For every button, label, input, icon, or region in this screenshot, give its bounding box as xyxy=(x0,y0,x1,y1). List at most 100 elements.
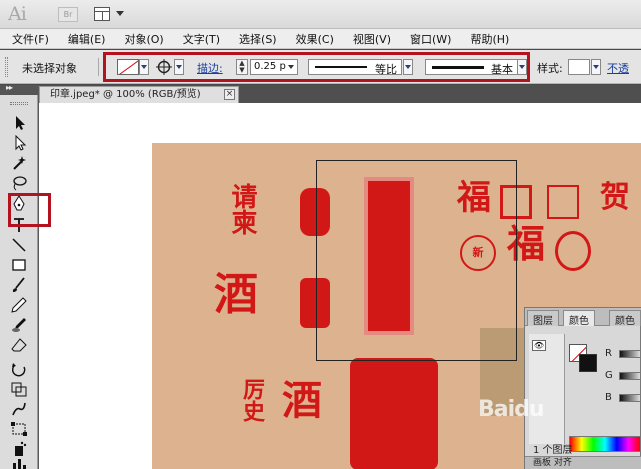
graphic-style-swatch[interactable] xyxy=(568,59,590,75)
illustrator-window: Ai Br 文件(F) 编辑(E) 对象(O) 文字(T) 选择(S) 效果(C… xyxy=(0,0,641,469)
panel-tab-strip: 图层 颜色 颜色 xyxy=(525,308,641,327)
channel-r-slider[interactable] xyxy=(619,350,641,358)
panel-grip[interactable] xyxy=(5,57,8,77)
graphic-style-dropdown[interactable] xyxy=(591,59,601,75)
seal-lishi: 厉史 xyxy=(239,378,265,422)
seal-qingjian: 请柬 xyxy=(227,183,257,235)
warp-tool[interactable] xyxy=(10,401,28,417)
layers-count-label: 1 个图层 xyxy=(533,445,573,456)
document-tab-bar: 印章.jpeg* @ 100% (RGB/预览) × xyxy=(39,85,641,103)
channel-g-label: G xyxy=(605,370,613,381)
channel-b-label: B xyxy=(605,392,612,403)
rotate-icon xyxy=(11,363,26,377)
symbol-sprayer-tool[interactable] xyxy=(10,441,28,457)
scale-tool[interactable] xyxy=(10,381,28,397)
channel-g-slider[interactable] xyxy=(619,372,641,380)
selection-bounding-box[interactable] xyxy=(316,160,517,361)
opacity-label-link[interactable]: 不透 xyxy=(607,60,629,76)
eraser-icon xyxy=(11,338,27,352)
brush-line-icon xyxy=(432,66,484,69)
arrange-documents-button[interactable] xyxy=(94,6,128,23)
brush-definition[interactable]: 基本 xyxy=(425,59,518,76)
selection-tool[interactable] xyxy=(10,115,28,131)
menu-view[interactable]: 视图(V) xyxy=(353,31,391,47)
stroke-weight-input[interactable]: 0.25 p xyxy=(250,59,298,75)
color-spectrum-bar[interactable] xyxy=(569,436,641,452)
tools-panel-header[interactable]: ▸▸ xyxy=(0,83,38,95)
control-bar: 未选择对象 描边: ▲ ▼ 0.25 p 等比 基本 样式: 不透 xyxy=(0,50,641,84)
line-segment-icon xyxy=(12,238,26,252)
stroke-label-link[interactable]: 描边: xyxy=(197,60,223,76)
menu-select[interactable]: 选择(S) xyxy=(239,31,277,47)
fill-dropdown[interactable] xyxy=(139,59,149,75)
baidu-watermark: Baidu xyxy=(478,397,545,422)
menu-object[interactable]: 对象(O) xyxy=(124,31,163,47)
scale-icon xyxy=(11,382,27,397)
close-icon[interactable]: × xyxy=(224,89,235,100)
channel-r-label: R xyxy=(605,348,612,359)
stroke-target-icon[interactable] xyxy=(156,59,172,75)
seal-shape-4 xyxy=(547,185,579,219)
symbol-sprayer-icon xyxy=(15,441,27,456)
document-tab[interactable]: 印章.jpeg* @ 100% (RGB/预览) × xyxy=(39,86,239,103)
eraser-tool[interactable] xyxy=(10,337,28,353)
tab-color-guide[interactable]: 颜色 xyxy=(609,310,641,327)
rectangle-icon xyxy=(12,259,26,271)
seal-square-large xyxy=(350,358,438,469)
seal-jiu-2: 酒 xyxy=(282,377,322,424)
title-bar: Ai Br xyxy=(0,0,641,29)
menu-window[interactable]: 窗口(W) xyxy=(410,31,451,47)
graphic-style-label: 样式: xyxy=(537,62,563,75)
tab-color[interactable]: 颜色 xyxy=(563,310,595,327)
blob-brush-tool[interactable] xyxy=(10,317,28,333)
magic-wand-tool[interactable] xyxy=(10,155,28,171)
chevron-down-icon xyxy=(116,11,124,16)
menu-effect[interactable]: 效果(C) xyxy=(296,31,334,47)
divider xyxy=(98,58,99,76)
menu-file[interactable]: 文件(F) xyxy=(12,31,49,47)
app-logo: Ai xyxy=(8,3,27,25)
brush-dropdown[interactable] xyxy=(517,59,527,75)
stroke-color-box[interactable] xyxy=(579,354,597,372)
visibility-eye-icon[interactable]: 👁 xyxy=(532,340,546,351)
stroke-weight-value: 0.25 p xyxy=(254,61,286,72)
graph-tool[interactable] xyxy=(10,457,28,469)
tools-grip[interactable] xyxy=(10,102,28,105)
paintbrush-tool[interactable] xyxy=(10,277,28,293)
no-selection-label: 未选择对象 xyxy=(22,62,77,75)
tools-panel: ▸▸ xyxy=(0,83,38,469)
menu-help[interactable]: 帮助(H) xyxy=(470,31,509,47)
chevron-down-icon xyxy=(288,65,294,69)
seal-jiu-1: 酒 xyxy=(214,269,258,320)
bridge-button[interactable]: Br xyxy=(58,7,78,22)
fill-color-swatch[interactable] xyxy=(117,59,139,75)
variable-width-profile[interactable]: 等比 xyxy=(308,59,402,76)
selection-arrow-icon xyxy=(16,116,25,130)
layout-grid-icon xyxy=(94,7,110,21)
document-tab-title: 印章.jpeg* @ 100% (RGB/预览) xyxy=(50,89,201,100)
free-transform-tool[interactable] xyxy=(10,421,28,437)
stroke-weight-stepper[interactable]: ▲ ▼ xyxy=(236,59,248,75)
profile-label: 等比 xyxy=(375,63,397,76)
tab-layers[interactable]: 图层 xyxy=(527,310,559,327)
pencil-icon xyxy=(11,297,27,313)
stroke-color-dropdown[interactable] xyxy=(174,59,184,75)
seal-he: 贺 xyxy=(600,180,630,215)
profile-dropdown[interactable] xyxy=(403,59,413,75)
lasso-icon xyxy=(13,176,27,191)
menu-edit[interactable]: 编辑(E) xyxy=(68,31,106,47)
panel-bottom-tabs[interactable]: 画板 对齐 xyxy=(525,456,641,469)
menu-type[interactable]: 文字(T) xyxy=(183,31,220,47)
rectangle-tool[interactable] xyxy=(10,257,28,273)
brush-label: 基本 xyxy=(491,63,513,76)
free-transform-icon xyxy=(11,422,27,436)
lasso-tool[interactable] xyxy=(10,175,28,191)
channel-b-slider[interactable] xyxy=(619,394,641,402)
layer-list[interactable]: 👁 xyxy=(529,334,565,444)
rotate-tool[interactable] xyxy=(10,361,28,377)
direct-selection-arrow-icon xyxy=(15,134,27,151)
direct-selection-tool[interactable] xyxy=(10,134,28,151)
pencil-tool[interactable] xyxy=(10,297,28,313)
blob-brush-icon xyxy=(12,318,26,332)
line-segment-tool[interactable] xyxy=(10,237,28,253)
